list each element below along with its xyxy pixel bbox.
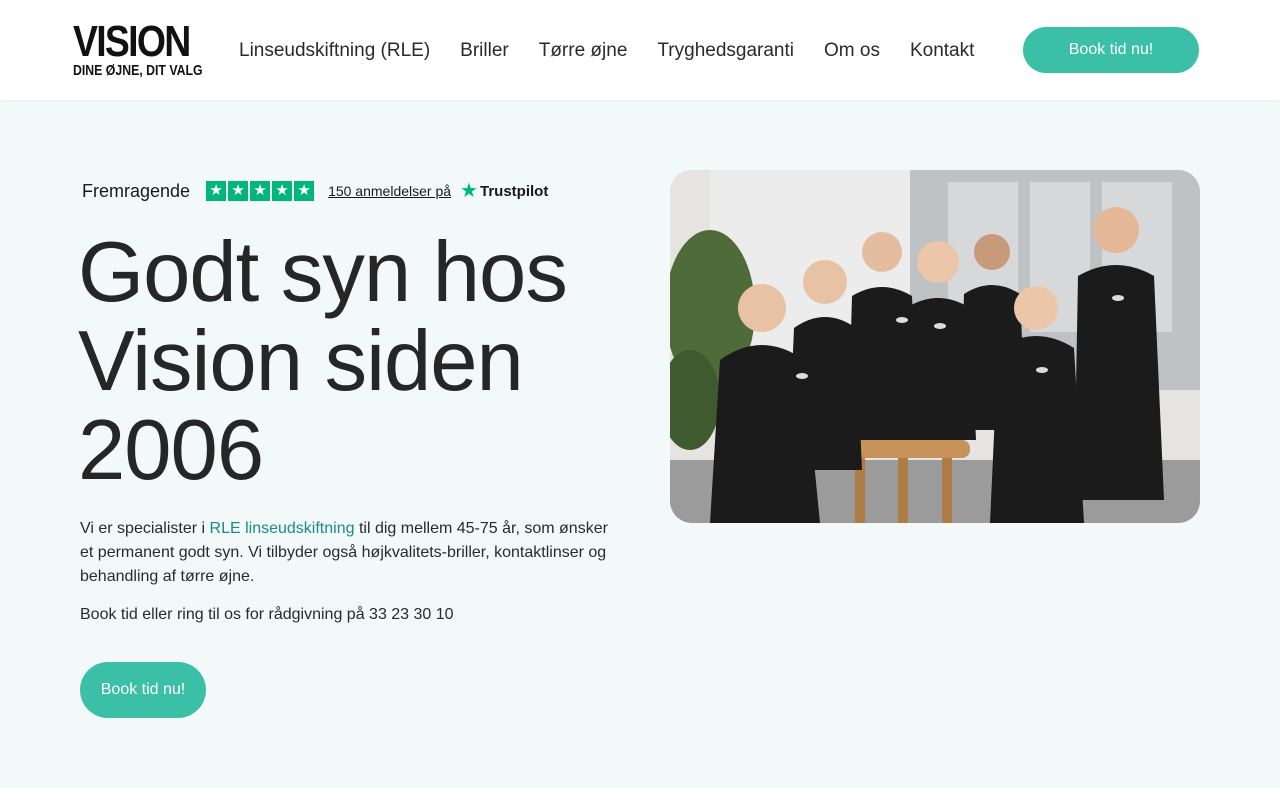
- nav-item-om-os[interactable]: Om os: [824, 38, 880, 64]
- nav-item-tryghedsgaranti[interactable]: Tryghedsgaranti: [657, 38, 794, 64]
- star-icon: ★: [294, 181, 315, 201]
- nav-item-briller[interactable]: Briller: [460, 38, 509, 64]
- hero-phone-text: Book tid eller ring til os for rådgivnin…: [80, 606, 454, 623]
- header-book-button[interactable]: Book tid nu!: [1023, 27, 1199, 73]
- star-icon: ★: [272, 181, 293, 201]
- hero-title: Godt syn hos Vision siden 2006: [78, 225, 568, 498]
- trustpilot-widget: Fremragende ★ ★ ★ ★ ★ 150 anmeldelser på…: [82, 180, 548, 202]
- team-photo: [670, 170, 1200, 523]
- vision-logo[interactable]: VISION DINE ØJNE, DIT VALG: [73, 17, 203, 80]
- intro-text-before: Vi er specialister i: [80, 520, 210, 537]
- rle-link[interactable]: RLE linseudskiftning: [210, 520, 355, 537]
- hero-book-button[interactable]: Book tid nu!: [80, 662, 206, 718]
- star-icon: ★: [228, 181, 249, 201]
- nav-item-kontakt[interactable]: Kontakt: [910, 38, 974, 64]
- trustpilot-logo[interactable]: ★ Trustpilot: [460, 180, 549, 202]
- trustpilot-stars: ★ ★ ★ ★ ★: [206, 181, 316, 201]
- nav-item-linseudskiftning[interactable]: Linseudskiftning (RLE): [239, 38, 430, 64]
- trustpilot-rating-label: Fremragende: [82, 180, 191, 201]
- logo-tagline: DINE ØJNE, DIT VALG: [73, 62, 203, 79]
- main-nav: Linseudskiftning (RLE) Briller Tørre øjn…: [239, 38, 1004, 64]
- hero-intro: Vi er specialister i RLE linseudskiftnin…: [80, 517, 620, 589]
- page-bottom-strip: [0, 788, 1280, 800]
- site-header: VISION DINE ØJNE, DIT VALG Linseudskiftn…: [0, 0, 1280, 100]
- team-photo-illustration: [670, 170, 1200, 523]
- star-icon: ★: [206, 181, 227, 201]
- star-icon: ★: [250, 181, 271, 201]
- logo-wordmark: VISION: [73, 17, 191, 66]
- nav-item-torre-ojne[interactable]: Tørre øjne: [539, 38, 628, 64]
- trustpilot-brand: Trustpilot: [479, 182, 549, 200]
- trustpilot-reviews-link[interactable]: 150 anmeldelser på: [328, 183, 451, 199]
- trustpilot-star-icon: ★: [460, 180, 478, 202]
